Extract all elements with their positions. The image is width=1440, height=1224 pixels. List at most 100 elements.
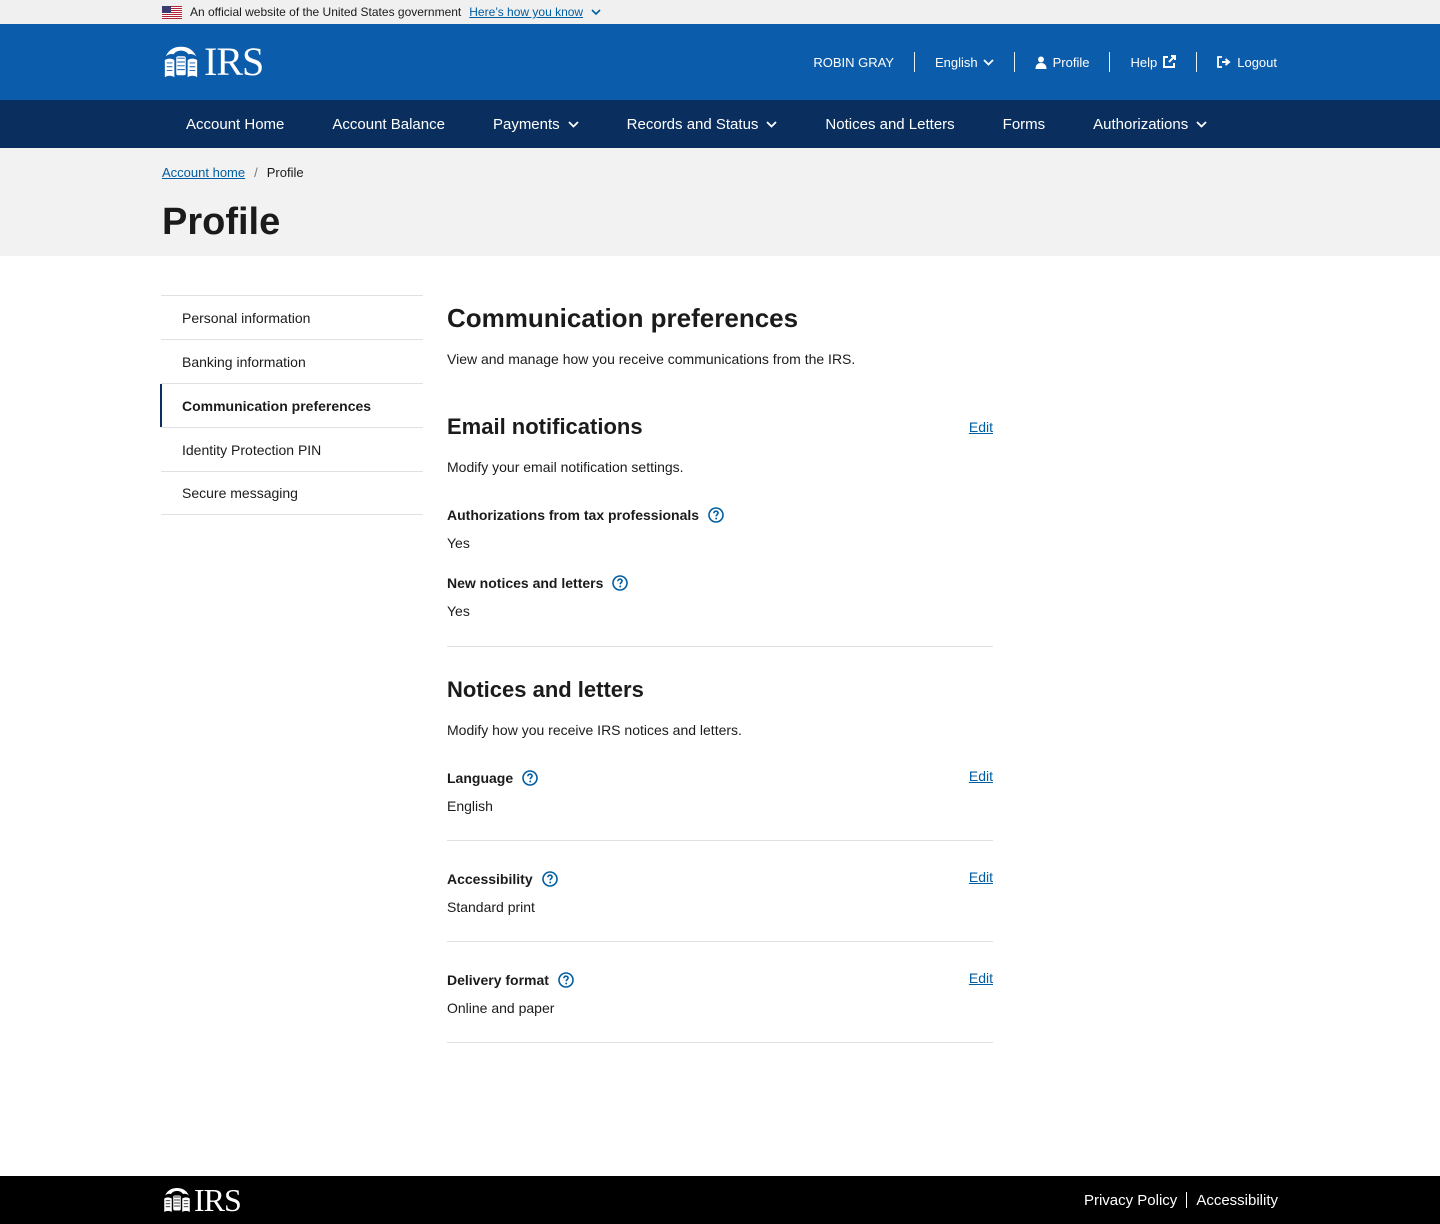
sidenav-label: Communication preferences	[182, 397, 372, 414]
irs-eagle-logo	[164, 46, 198, 78]
field-label: Authorizations from tax professionals	[447, 505, 993, 525]
language-dropdown[interactable]: English	[915, 52, 1014, 72]
irs-logo[interactable]: IRS	[162, 39, 264, 84]
irs-eagle-logo	[164, 1188, 190, 1212]
nav-label: Records and Status	[626, 115, 759, 133]
chevron-down-icon[interactable]	[591, 7, 601, 17]
sidenav-item-secure-messaging[interactable]: Secure messaging	[161, 471, 423, 515]
sidenav-label: Personal information	[182, 309, 311, 326]
language-edit-link[interactable]: Edit	[969, 768, 993, 784]
chevron-down-icon	[766, 120, 778, 128]
nav-account-home[interactable]: Account Home	[162, 100, 308, 148]
utility-divider	[1109, 52, 1111, 72]
field-label-text: Delivery format	[447, 972, 549, 988]
delivery-format-preference: Delivery format Online and paper Edit	[447, 970, 993, 1018]
notices-description: Modify how you receive IRS notices and l…	[447, 722, 742, 738]
help-label: Help	[1130, 54, 1158, 70]
breadcrumb: Account home / Profile	[162, 164, 1440, 180]
field-value: Yes	[447, 535, 470, 551]
delivery-format-edit-link[interactable]: Edit	[969, 970, 993, 986]
section-divider	[447, 941, 993, 942]
field-label-text: Accessibility	[447, 871, 533, 887]
help-link[interactable]: Help	[1110, 52, 1196, 72]
logout-label: Logout	[1237, 54, 1277, 70]
footer-logo-text: IRS	[194, 1182, 242, 1218]
chevron-down-icon	[1196, 120, 1207, 128]
site-footer: IRS Privacy Policy Accessibility	[0, 1176, 1440, 1224]
us-flag-icon	[162, 5, 182, 19]
language-label: English	[934, 54, 978, 70]
field-label: New notices and letters	[447, 573, 993, 593]
main-nav: Account Home Account Balance Payments Re…	[0, 100, 1440, 148]
breadcrumb-current: Profile	[266, 164, 304, 180]
field-value: English	[447, 798, 493, 814]
section-divider	[447, 840, 993, 841]
field-label-text: Authorizations from tax professionals	[447, 507, 700, 523]
sidenav-item-banking-information[interactable]: Banking information	[161, 339, 423, 383]
page-title: Profile	[162, 201, 281, 243]
nav-forms[interactable]: Forms	[979, 100, 1070, 148]
person-icon	[1035, 56, 1047, 69]
nav-payments[interactable]: Payments	[469, 100, 603, 148]
profile-link[interactable]: Profile	[1015, 52, 1110, 72]
nav-label: Account Balance	[332, 115, 445, 133]
user-name-label: ROBIN GRAY	[813, 54, 894, 70]
gov-banner: An official website of the United States…	[0, 0, 1440, 24]
question-circle-icon[interactable]	[558, 972, 574, 988]
question-circle-icon[interactable]	[612, 575, 629, 591]
footer-accessibility-link[interactable]: Accessibility	[1196, 1192, 1278, 1209]
nav-label: Account Home	[186, 115, 285, 133]
breadcrumb-separator: /	[254, 164, 258, 180]
chevron-down-icon	[982, 58, 994, 66]
nav-records-and-status[interactable]: Records and Status	[603, 100, 802, 148]
nav-label: Notices and Letters	[825, 115, 955, 133]
sidenav-item-identity-protection-pin[interactable]: Identity Protection PIN	[161, 427, 423, 471]
sidenav-item-personal-information[interactable]: Personal information	[161, 295, 423, 339]
email-notifications-header: Email notifications Edit	[447, 413, 993, 441]
sidenav-label: Secure messaging	[182, 485, 298, 501]
field-value: Standard print	[447, 899, 535, 915]
nav-label: Payments	[492, 115, 560, 133]
external-link-icon	[1162, 55, 1177, 69]
field-value: Yes	[447, 603, 470, 619]
chevron-down-icon	[568, 120, 579, 128]
logout-icon	[1217, 56, 1231, 68]
sidenav-item-communication-preferences[interactable]: Communication preferences	[160, 383, 423, 427]
footer-links: Privacy Policy Accessibility	[1084, 1192, 1278, 1209]
email-edit-link[interactable]: Edit	[969, 419, 993, 435]
question-circle-icon[interactable]	[541, 871, 558, 887]
logout-link[interactable]: Logout	[1197, 52, 1277, 72]
section-divider	[447, 1042, 993, 1043]
footer-irs-logo[interactable]: IRS	[162, 1180, 242, 1220]
question-circle-icon[interactable]	[708, 507, 724, 523]
notices-heading: Notices and letters	[447, 677, 644, 702]
section-intro: View and manage how you receive communic…	[447, 351, 856, 367]
email-field: Authorizations from tax professionals Ye…	[447, 505, 993, 553]
footer-privacy-policy-link[interactable]: Privacy Policy	[1084, 1192, 1177, 1209]
field-label-text: Language	[447, 770, 514, 786]
main-content: Communication preferences View and manag…	[447, 295, 993, 1043]
gov-banner-link[interactable]: Here’s how you know	[469, 5, 583, 19]
accessibility-edit-link[interactable]: Edit	[969, 869, 993, 885]
language-preference: Language English Edit	[447, 768, 993, 816]
logo-text: IRS	[204, 39, 264, 84]
utility-nav: ROBIN GRAY English Profile Help Logout	[793, 52, 1277, 72]
field-label: Accessibility	[447, 869, 558, 889]
section-divider	[447, 646, 993, 647]
utility-divider	[913, 52, 915, 72]
nav-account-balance[interactable]: Account Balance	[308, 100, 469, 148]
question-circle-icon[interactable]	[522, 770, 538, 786]
breadcrumb-account-home[interactable]: Account home	[162, 165, 245, 180]
field-label: Delivery format	[447, 970, 574, 990]
email-notifications-heading: Email notifications	[447, 414, 643, 439]
nav-notices-and-letters[interactable]: Notices and Letters	[801, 100, 978, 148]
profile-label: Profile	[1052, 54, 1090, 70]
page-header: Account home / Profile Profile	[0, 148, 1440, 256]
content-area: Personal information Banking information…	[0, 256, 1440, 1176]
utility-divider	[1196, 52, 1198, 72]
gov-banner-text: An official website of the United States…	[190, 5, 462, 19]
field-value: Online and paper	[447, 1000, 555, 1016]
nav-authorizations[interactable]: Authorizations	[1069, 100, 1231, 148]
site-header: IRS ROBIN GRAY English Profile Help Logo…	[0, 24, 1440, 100]
side-nav: Personal information Banking information…	[160, 295, 423, 515]
